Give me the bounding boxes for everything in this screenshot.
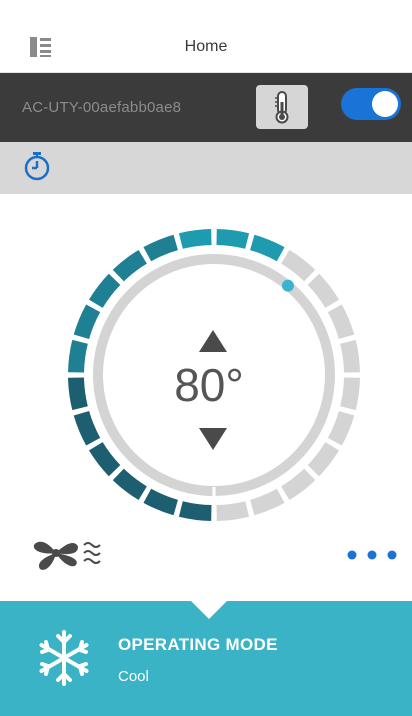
- dial-segment-inactive: [307, 273, 340, 308]
- timer-bar: [0, 142, 412, 194]
- temperature-value: 80°: [174, 359, 244, 411]
- toggle-knob: [372, 91, 398, 117]
- dial-segment-active: [143, 488, 178, 516]
- thermostat-button[interactable]: [256, 85, 308, 129]
- dial-segment-inactive: [307, 442, 340, 477]
- triangle-down-icon: [199, 428, 227, 450]
- dial-segment-active: [216, 229, 250, 249]
- temperature-down-button[interactable]: [196, 426, 230, 452]
- dial-segment-active: [250, 234, 285, 262]
- dial-segment-active: [88, 442, 121, 477]
- snowflake-icon: [34, 628, 94, 688]
- device-name: AC-UTY-00aefabb0ae8: [22, 99, 182, 116]
- fan-speed-icon[interactable]: [30, 533, 112, 573]
- dial-segment-active: [143, 234, 178, 262]
- dial-handle[interactable]: [281, 279, 294, 292]
- dial-segment-active: [73, 304, 101, 339]
- timer-icon[interactable]: [22, 150, 52, 182]
- dial-segment-active: [88, 273, 121, 308]
- thermometer-icon: [275, 91, 289, 124]
- dial-segment-active: [112, 249, 147, 282]
- dial-segment-active: [112, 468, 147, 501]
- dial-segment-inactive: [327, 411, 355, 446]
- operating-mode-label: OPERATING MODE: [118, 635, 278, 654]
- dial-segment-inactive: [281, 468, 316, 501]
- dial-segment-inactive: [281, 249, 316, 282]
- operating-mode-value: Cool: [118, 668, 149, 685]
- top-bar: [0, 0, 412, 73]
- power-toggle[interactable]: [341, 88, 401, 120]
- temperature-up-button[interactable]: [196, 328, 230, 354]
- triangle-up-icon: [199, 330, 227, 352]
- more-dots-icon[interactable]: [344, 547, 400, 563]
- dial-segment-inactive: [216, 501, 250, 521]
- dial-segment-active: [73, 411, 101, 446]
- page-title: Home: [184, 38, 228, 55]
- dial-segment-inactive: [250, 488, 285, 516]
- dial-segment-inactive: [327, 304, 355, 339]
- dial-segment-active: [178, 501, 212, 521]
- dial-segment-active: [178, 229, 212, 249]
- mode-notch: [191, 601, 227, 619]
